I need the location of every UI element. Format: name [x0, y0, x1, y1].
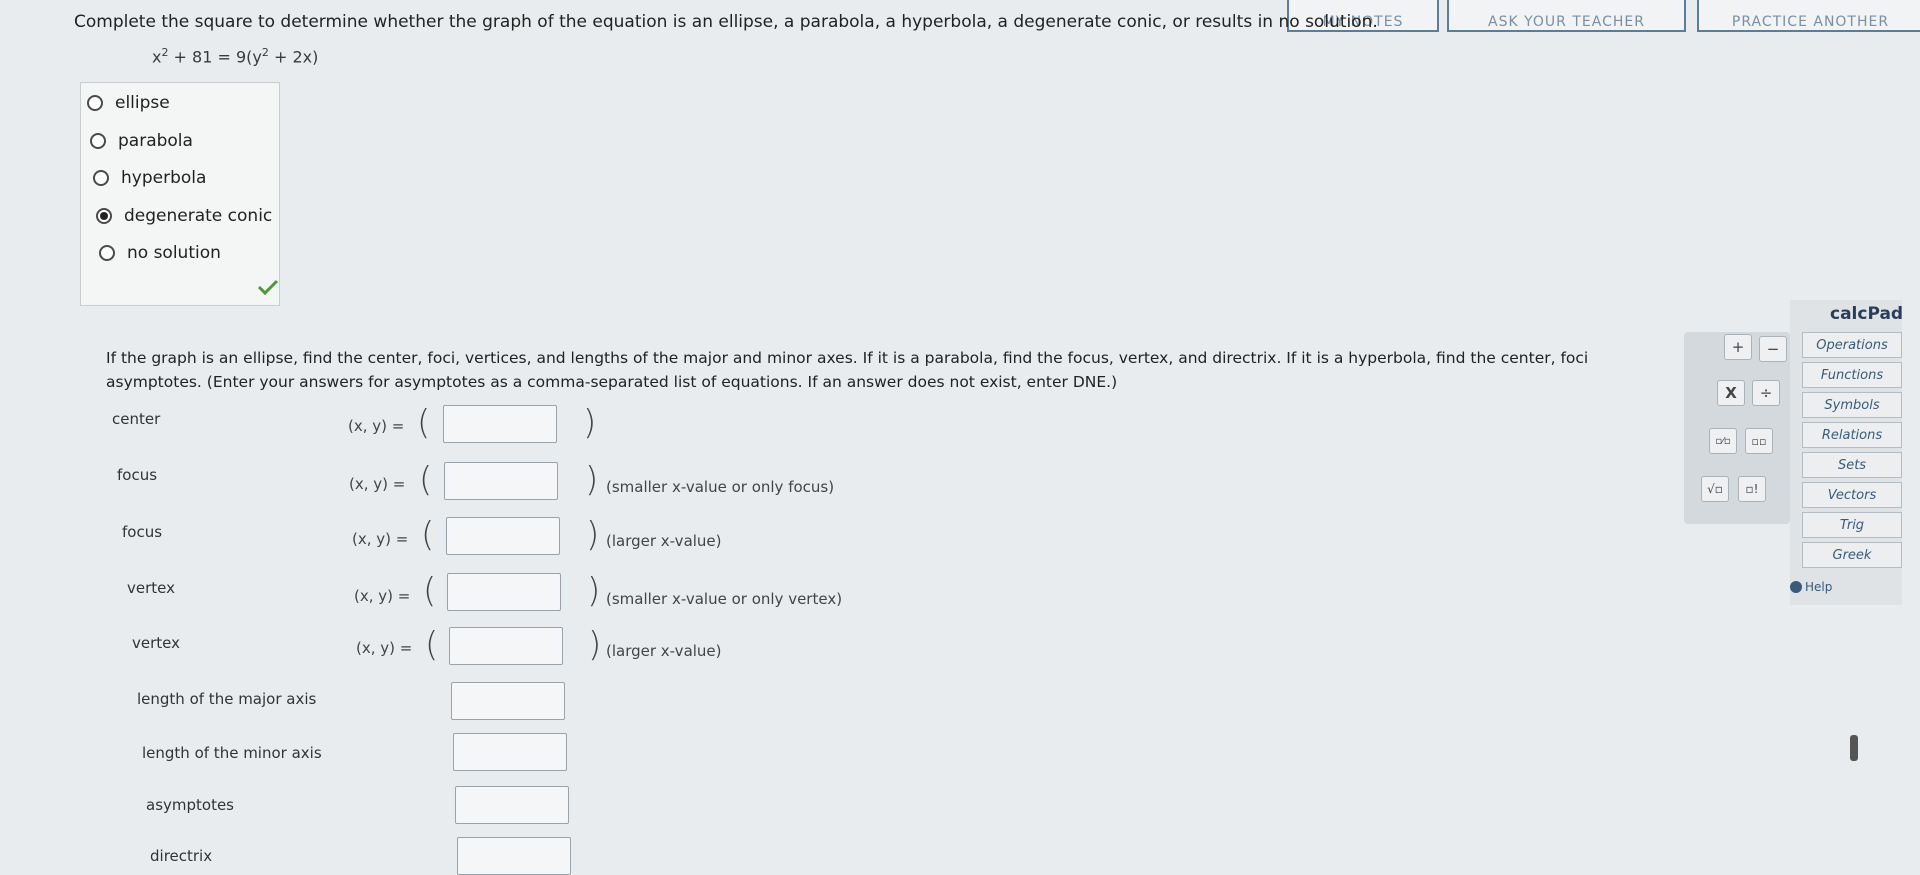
major-axis-input[interactable] [451, 682, 565, 720]
relations-tab[interactable]: Relations [1802, 422, 1902, 448]
multiply-button[interactable]: X [1717, 380, 1745, 406]
focus1-input[interactable] [444, 462, 558, 500]
asymptotes-input[interactable] [455, 786, 569, 824]
factorial-button[interactable]: ▫! [1738, 476, 1766, 502]
radio-icon[interactable] [93, 170, 109, 186]
focus1-xy-label: (x, y) = [349, 475, 406, 493]
choice-parabola[interactable]: parabola [90, 131, 193, 151]
center-label: center [112, 410, 161, 428]
open-paren: ( [423, 571, 437, 611]
fraction-button[interactable]: ▫⁄▫ [1709, 428, 1737, 454]
choice-no-solution[interactable]: no solution [99, 243, 221, 263]
help-icon [1790, 581, 1802, 593]
calcpad-keypad: + − X ÷ ▫⁄▫ ▫▫ √▫ ▫! [1684, 332, 1790, 524]
question-prompt: Complete the square to determine whether… [74, 12, 1378, 32]
focus2-hint: (larger x-value) [606, 532, 722, 550]
choice-label: ellipse [115, 93, 170, 113]
answer-choices-box: ellipse parabola hyperbola degenerate co… [80, 82, 280, 306]
close-paren: ) [585, 460, 599, 500]
radio-icon[interactable] [99, 245, 115, 261]
help-link[interactable]: Help [1790, 580, 1832, 594]
close-paren: ) [586, 515, 600, 555]
choice-label: parabola [118, 131, 193, 151]
minus-button[interactable]: − [1759, 336, 1787, 362]
close-paren: ) [588, 625, 602, 665]
vertex1-input[interactable] [447, 573, 561, 611]
choice-label: degenerate conic [124, 206, 273, 226]
eq-exp2: 2 [261, 46, 269, 59]
practice-another-button[interactable]: PRACTICE ANOTHER [1697, 0, 1920, 32]
focus-label: focus [117, 466, 158, 484]
exponent-button[interactable]: ▫▫ [1745, 428, 1773, 454]
help-label: Help [1805, 580, 1833, 594]
trig-tab[interactable]: Trig [1802, 512, 1902, 538]
choice-label: hyperbola [121, 168, 207, 188]
vertex1-xy-label: (x, y) = [354, 587, 411, 605]
eq-end: + 2x) [268, 47, 319, 67]
instructions-line1: If the graph is an ellipse, find the cen… [106, 349, 1589, 367]
open-paren: ( [417, 403, 431, 443]
close-paren: ) [583, 403, 597, 443]
symbols-tab[interactable]: Symbols [1802, 392, 1902, 418]
vertex-label: vertex [127, 579, 175, 597]
center-xy-label: (x, y) = [348, 417, 405, 435]
focus2-xy-label: (x, y) = [352, 530, 409, 548]
major-axis-label: length of the major axis [137, 690, 317, 708]
equation: x2 + 81 = 9(y2 + 2x) [152, 46, 318, 66]
sets-tab[interactable]: Sets [1802, 452, 1902, 478]
open-paren: ( [425, 625, 439, 665]
instructions-text: If the graph is an ellipse, find the cen… [106, 346, 1686, 394]
vectors-tab[interactable]: Vectors [1802, 482, 1902, 508]
open-paren: ( [419, 460, 433, 500]
scrollbar-thumb[interactable] [1850, 735, 1858, 761]
choice-ellipse[interactable]: ellipse [87, 93, 170, 113]
vertex2-hint: (larger x-value) [606, 642, 722, 660]
divide-button[interactable]: ÷ [1752, 380, 1780, 406]
calcpad-title: calcPad [1830, 304, 1904, 324]
focus-label: focus [122, 523, 163, 541]
open-paren: ( [421, 515, 435, 555]
minor-axis-label: length of the minor axis [142, 744, 322, 762]
plus-button[interactable]: + [1724, 334, 1752, 360]
functions-tab[interactable]: Functions [1802, 362, 1902, 388]
sqrt-button[interactable]: √▫ [1701, 476, 1729, 502]
greek-tab[interactable]: Greek [1802, 542, 1902, 568]
vertex1-hint: (smaller x-value or only vertex) [606, 590, 843, 608]
vertex-label: vertex [132, 634, 180, 652]
choice-degenerate-conic[interactable]: degenerate conic [96, 206, 272, 226]
eq-mid: + 81 = 9(y [168, 47, 262, 67]
choice-label: no solution [127, 243, 221, 263]
operations-tab[interactable]: Operations [1802, 332, 1902, 358]
focus2-input[interactable] [446, 517, 560, 555]
checkmark-icon [257, 279, 279, 295]
radio-selected-icon[interactable] [96, 208, 112, 224]
directrix-label: directrix [150, 847, 213, 865]
choice-hyperbola[interactable]: hyperbola [93, 168, 206, 188]
minor-axis-input[interactable] [453, 733, 567, 771]
ask-your-teacher-button[interactable]: ASK YOUR TEACHER [1447, 0, 1686, 32]
vertex2-input[interactable] [449, 627, 563, 665]
center-input[interactable] [443, 405, 557, 443]
instructions-line2: asymptotes. (Enter your answers for asym… [106, 373, 1118, 391]
focus1-hint: (smaller x-value or only focus) [606, 478, 835, 496]
asymptotes-label: asymptotes [146, 796, 235, 814]
close-paren: ) [587, 571, 601, 611]
vertex2-xy-label: (x, y) = [356, 639, 413, 657]
radio-icon[interactable] [90, 133, 106, 149]
directrix-input[interactable] [457, 837, 571, 875]
radio-icon[interactable] [87, 95, 103, 111]
